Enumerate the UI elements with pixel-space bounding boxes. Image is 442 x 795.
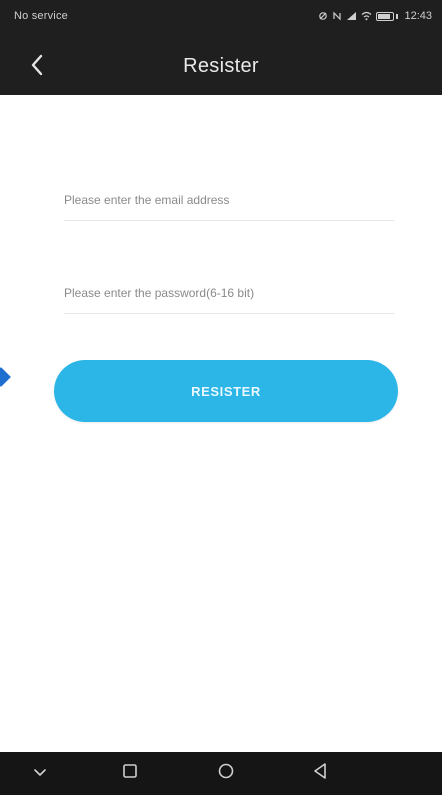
signal-icon (346, 11, 357, 21)
password-field-container (64, 273, 394, 314)
system-back-button[interactable] (290, 752, 350, 795)
chevron-down-icon (33, 765, 47, 783)
nfc-icon (332, 11, 342, 21)
title-bar: Resister (0, 38, 442, 95)
status-icons (318, 11, 399, 21)
home-icon (217, 762, 235, 785)
email-field-container (64, 180, 394, 221)
app-header: No service 12:43 Resister (0, 0, 442, 95)
battery-icon (376, 11, 399, 21)
mute-icon (318, 11, 328, 21)
email-field[interactable] (64, 180, 394, 220)
register-screen: No service 12:43 Resister Please enter t… (0, 0, 442, 795)
recent-apps-button[interactable] (100, 752, 160, 795)
back-triangle-icon (312, 762, 328, 785)
home-button[interactable] (196, 752, 256, 795)
password-field[interactable] (64, 273, 394, 313)
carrier-status: No service (14, 10, 68, 22)
hide-nav-button[interactable] (10, 752, 70, 795)
system-nav-bar (0, 752, 442, 795)
clock: 12:43 (404, 10, 432, 22)
wifi-icon (361, 11, 372, 21)
status-right-group: 12:43 (318, 10, 432, 22)
pointer-marker (0, 367, 11, 387)
recent-apps-icon (122, 763, 138, 784)
status-bar: No service 12:43 (0, 0, 442, 38)
register-button[interactable]: RESISTER (54, 360, 398, 422)
page-title: Resister (183, 55, 259, 77)
